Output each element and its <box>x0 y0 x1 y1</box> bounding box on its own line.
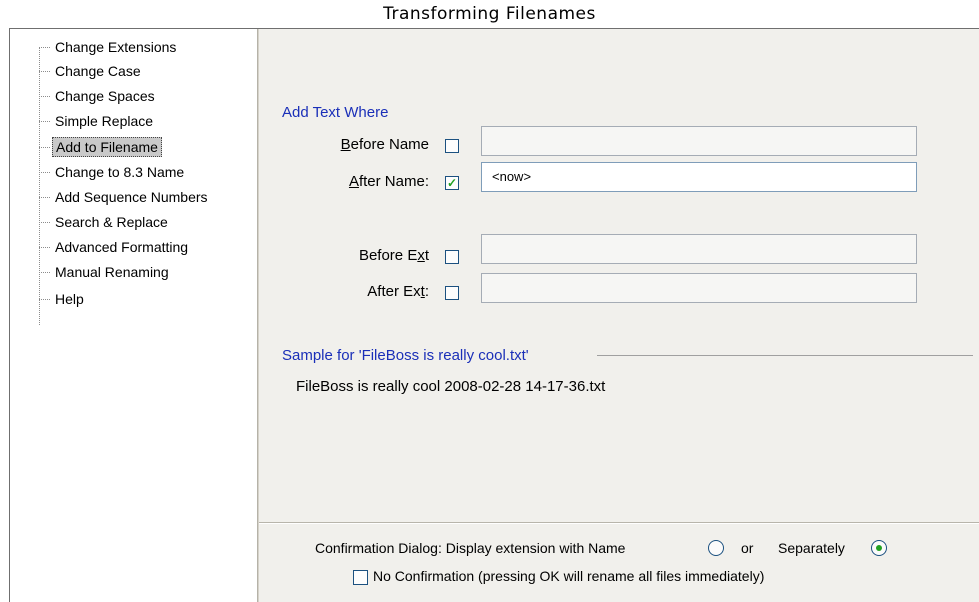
tree-branch <box>39 197 50 198</box>
radio-dot-icon <box>876 545 882 551</box>
sample-filename: FileBoss is really cool 2008-02-28 14-17… <box>296 378 606 395</box>
tree-item-label: Add to Filename <box>52 137 162 157</box>
before-name-input[interactable] <box>481 126 917 156</box>
sample-divider <box>597 355 973 356</box>
radio-separately[interactable] <box>871 540 887 556</box>
window-title: Transforming Filenames <box>383 4 596 24</box>
tree-item-label: Help <box>55 291 84 307</box>
after-name-checkbox[interactable]: ✓ <box>445 176 459 190</box>
after-name-label: After Name: <box>348 173 429 190</box>
before-ext-input[interactable] <box>481 234 917 264</box>
add-to-filename-panel: Add Text Where Before Name After Name: ✓… <box>259 29 979 602</box>
before-ext-checkbox[interactable] <box>445 250 459 264</box>
sample-title: Sample for 'FileBoss is really cool.txt' <box>282 347 529 364</box>
no-confirmation-checkbox[interactable] <box>353 570 368 585</box>
tree-branch <box>39 272 50 273</box>
tree-item-label: Simple Replace <box>55 113 154 129</box>
tree-item-label: Change Extensions <box>55 39 177 55</box>
before-ext-label: Before Ext <box>358 247 429 264</box>
tree-branch <box>39 147 50 148</box>
tree-item-label: Change Spaces <box>55 88 155 104</box>
tree-item-label: Manual Renaming <box>55 264 169 280</box>
no-confirmation-label[interactable]: No Confirmation (pressing OK will rename… <box>373 568 764 584</box>
options-tree: Change Extensions Change Case Change Spa… <box>10 29 257 602</box>
tree-connector-line <box>39 47 40 325</box>
radio-display-with-name[interactable] <box>708 540 724 556</box>
after-ext-input[interactable] <box>481 273 917 303</box>
tree-branch <box>39 96 50 97</box>
tree-branch <box>39 222 50 223</box>
separately-label[interactable]: Separately <box>778 540 845 556</box>
section-title-add-text-where: Add Text Where <box>282 104 389 121</box>
tree-item-label: Add Sequence Numbers <box>55 189 208 205</box>
after-ext-checkbox[interactable] <box>445 286 459 300</box>
tree-item-label: Change to 8.3 Name <box>55 164 185 180</box>
tree-branch <box>39 299 50 300</box>
or-label: or <box>741 540 754 556</box>
tree-item-label: Search & Replace <box>55 214 168 230</box>
after-name-input[interactable]: <now> <box>481 162 917 192</box>
tree-item-label: Advanced Formatting <box>55 239 189 255</box>
tree-branch <box>39 47 50 48</box>
tree-item-label: Change Case <box>55 63 141 79</box>
after-ext-label: After Ext: <box>367 283 429 300</box>
before-name-label: Before Name <box>340 136 429 153</box>
bottom-divider-highlight <box>259 523 979 524</box>
tree-branch <box>39 247 50 248</box>
confirmation-label: Confirmation Dialog: Display extension w… <box>315 540 626 556</box>
before-name-checkbox[interactable] <box>445 139 459 153</box>
tree-branch <box>39 172 50 173</box>
checkmark-icon: ✓ <box>446 176 458 190</box>
tree-branch <box>39 121 50 122</box>
tree-branch <box>39 71 50 72</box>
